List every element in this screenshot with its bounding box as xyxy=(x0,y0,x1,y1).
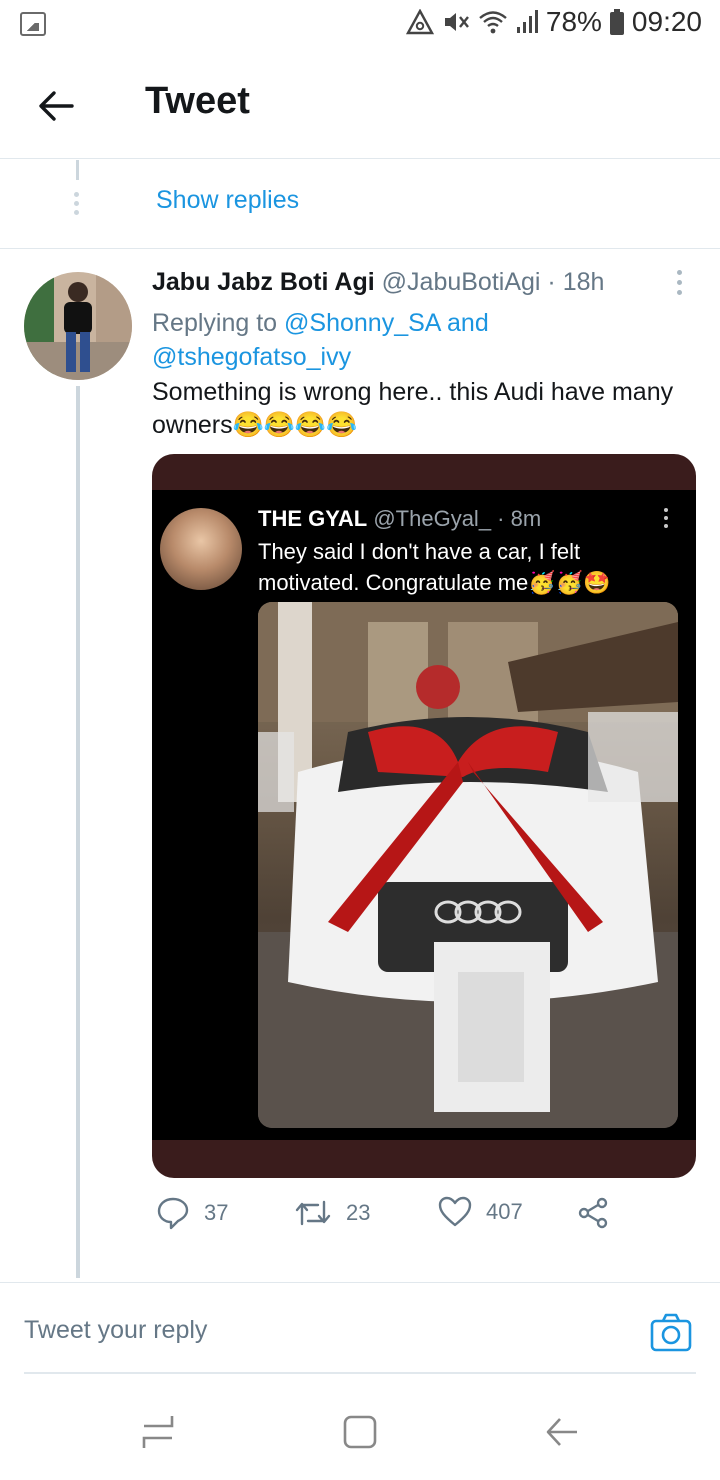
divider xyxy=(0,248,720,249)
data-saver-icon xyxy=(405,9,434,35)
embedded-header: THE GYAL @TheGyal_ · 8m xyxy=(258,506,541,532)
status-bar: 78% 09:20 xyxy=(0,0,720,48)
arrow-left-icon xyxy=(39,91,74,121)
tweet-text: Something is wrong here.. this Audi have… xyxy=(152,378,674,439)
reply-button[interactable]: 37 xyxy=(156,1196,228,1230)
back-nav-icon[interactable] xyxy=(544,1414,580,1450)
signal-icon xyxy=(516,10,538,33)
replying-to: Replying to @Shonny_SA and @tshegofatso_i… xyxy=(152,306,672,374)
heart-icon xyxy=(438,1196,472,1227)
tweet-media[interactable]: THE GYAL @TheGyal_ · 8m They said I don'… xyxy=(152,454,696,1178)
camera-icon xyxy=(650,1313,692,1352)
reply-count: 37 xyxy=(204,1200,229,1225)
share-button[interactable] xyxy=(576,1196,610,1230)
retweet-button[interactable]: 23 xyxy=(294,1196,370,1230)
system-nav-bar xyxy=(0,1390,720,1480)
show-replies-link[interactable]: Show replies xyxy=(156,186,299,215)
embedded-handle: @TheGyal_ xyxy=(373,506,492,531)
page-title: Tweet xyxy=(145,80,250,122)
replying-prefix: Replying to xyxy=(152,309,285,337)
embedded-avatar xyxy=(160,508,242,590)
composer-underline xyxy=(24,1372,696,1374)
embedded-more-icon xyxy=(664,508,670,530)
retweet-icon xyxy=(295,1200,331,1226)
author-handle[interactable]: @JabuBotiAgi xyxy=(382,268,541,296)
battery-icon xyxy=(609,9,624,35)
camera-button[interactable] xyxy=(650,1312,692,1354)
avatar[interactable] xyxy=(24,272,132,380)
top-app-bar: Tweet xyxy=(0,52,720,159)
status-time: 09:20 xyxy=(631,6,702,37)
like-count: 407 xyxy=(486,1199,523,1224)
like-button[interactable]: 407 xyxy=(438,1196,523,1228)
wifi-icon xyxy=(479,11,507,34)
retweet-count: 23 xyxy=(346,1200,371,1225)
more-options-icon[interactable] xyxy=(672,270,686,298)
embedded-time: · 8m xyxy=(491,506,542,531)
tweet-header: Jabu Jabz Boti Agi @JabuBotiAgi · 18h xyxy=(152,268,604,297)
mute-icon xyxy=(444,13,469,31)
share-icon xyxy=(578,1197,608,1229)
tweet-time: · 18h xyxy=(540,268,605,296)
gallery-icon xyxy=(20,12,46,36)
reply-user-link-1[interactable]: @Shonny_SA xyxy=(284,309,440,337)
reply-icon xyxy=(157,1197,189,1230)
thread-line xyxy=(76,386,80,1278)
back-button[interactable] xyxy=(34,84,78,128)
reply-user-link-2[interactable]: @tshegofatso_ivy xyxy=(152,343,351,371)
embedded-tweet-screenshot: THE GYAL @TheGyal_ · 8m They said I don'… xyxy=(152,490,696,1140)
reply-and-text: and xyxy=(440,309,489,337)
status-icons: 78% 09:20 xyxy=(405,6,702,38)
thread-line-stub xyxy=(76,160,79,180)
embedded-name: THE GYAL xyxy=(258,506,368,531)
battery-percent: 78% xyxy=(545,6,602,37)
reply-input[interactable]: Tweet your reply xyxy=(24,1316,207,1345)
divider xyxy=(0,1282,720,1283)
car-photo xyxy=(258,602,678,1128)
author-name[interactable]: Jabu Jabz Boti Agi xyxy=(152,268,375,296)
home-icon[interactable] xyxy=(342,1414,378,1450)
embedded-text: They said I don't have a car, I felt mot… xyxy=(258,539,611,595)
recent-apps-icon[interactable] xyxy=(140,1412,176,1452)
tweet-actions: 37 23 407 xyxy=(152,1196,672,1242)
thread-ellipsis-icon xyxy=(74,192,80,216)
